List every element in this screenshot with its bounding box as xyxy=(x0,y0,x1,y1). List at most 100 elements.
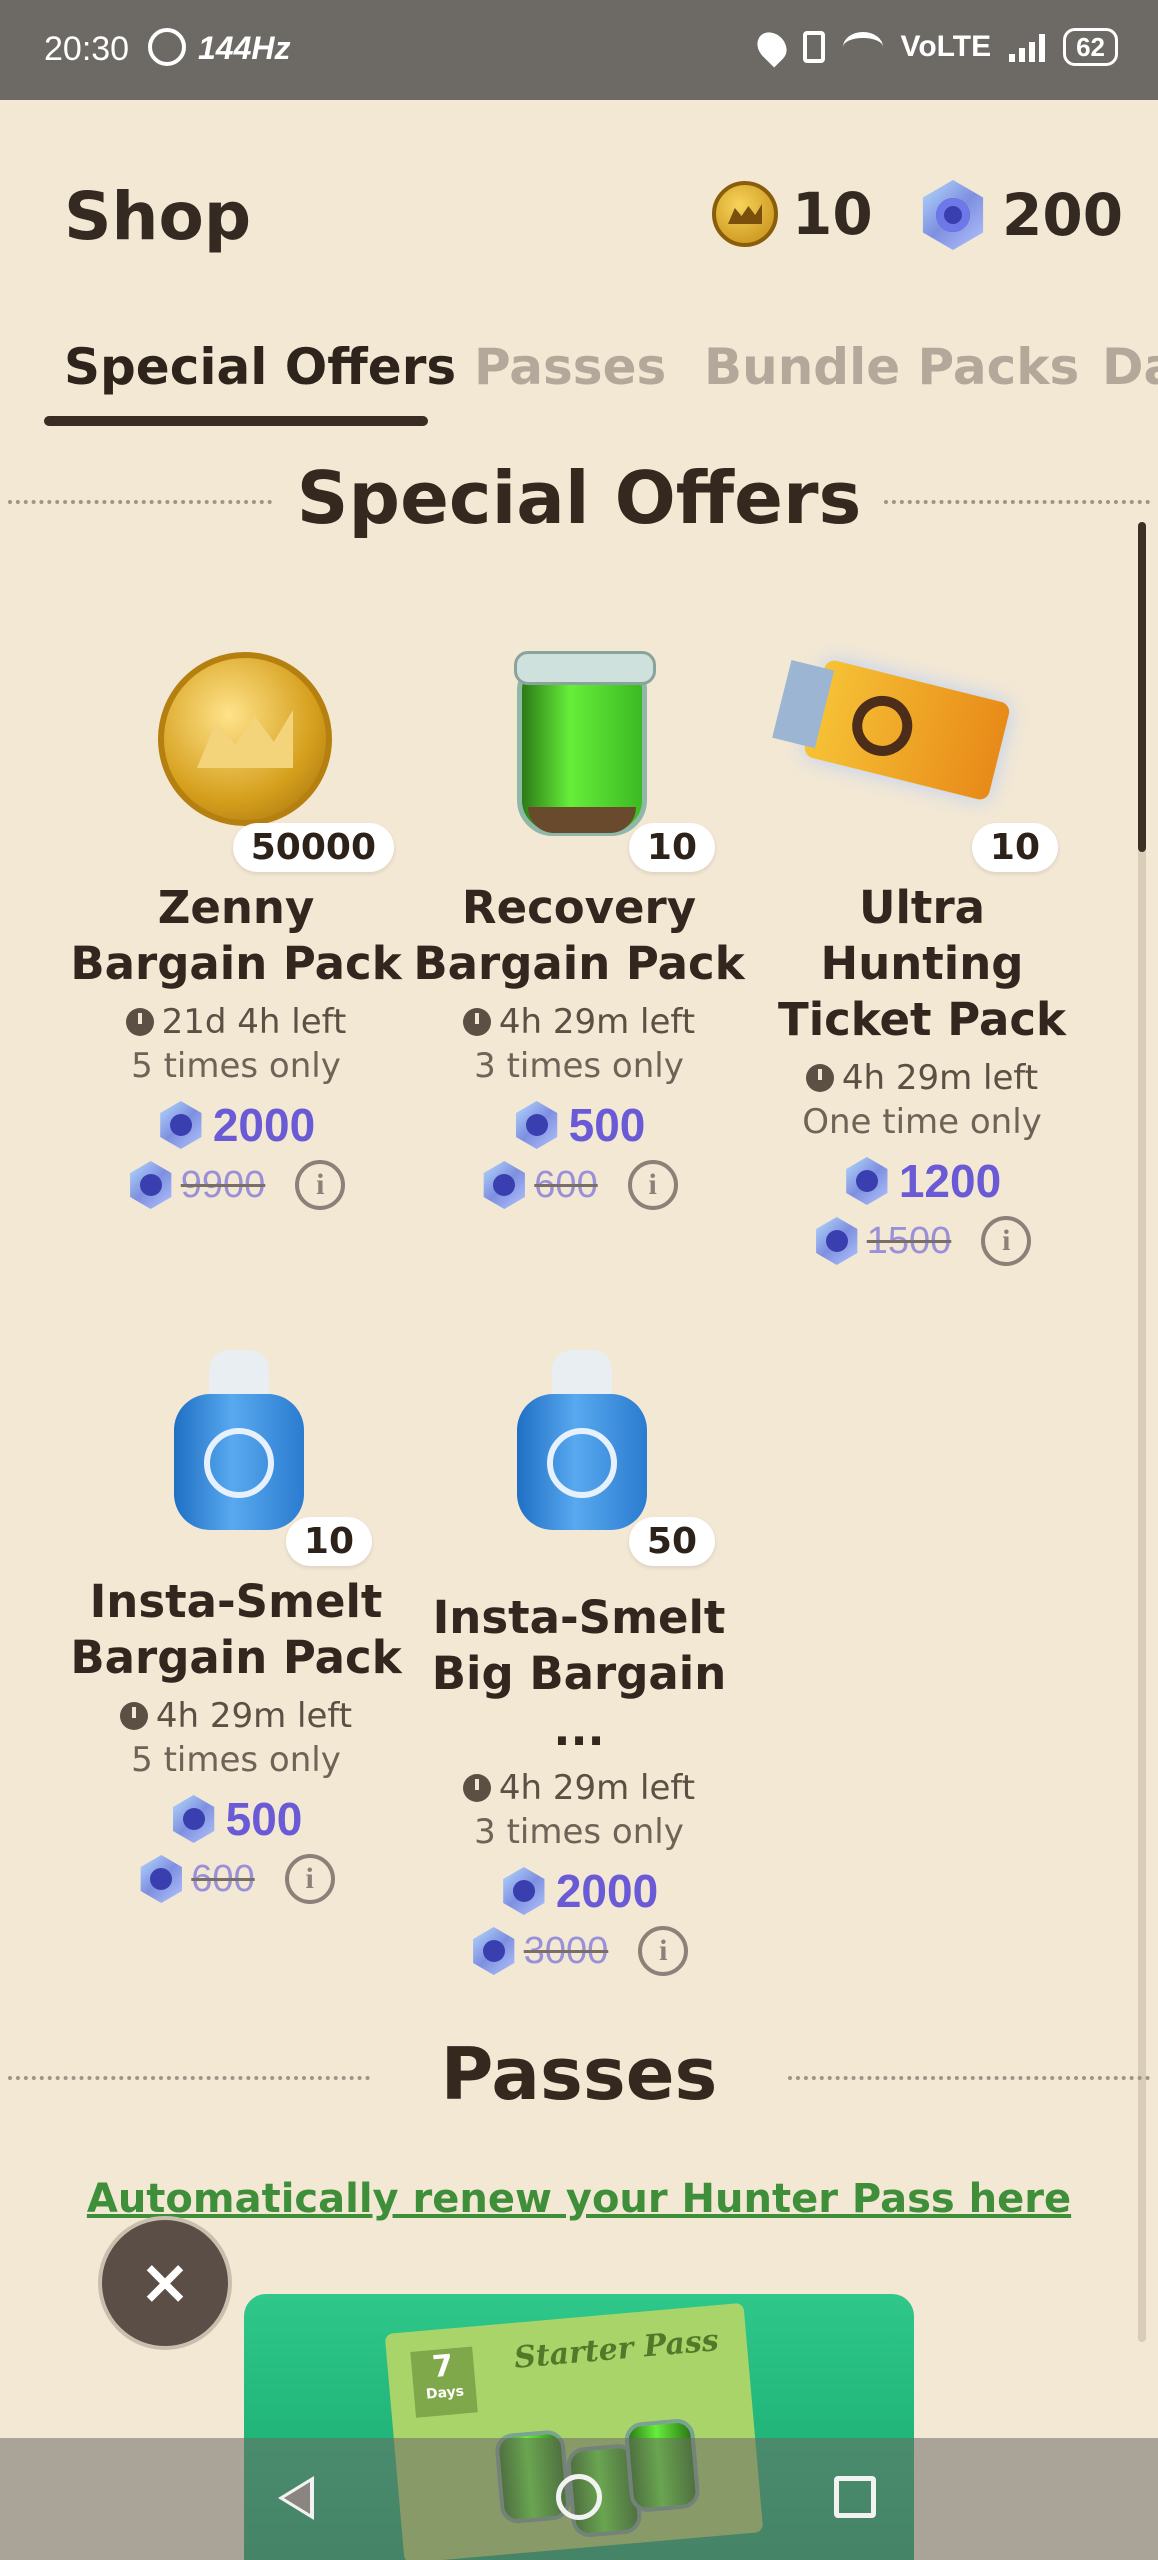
offer-old-row: 1500 i xyxy=(752,1216,1092,1266)
offer-price[interactable]: 2000 xyxy=(409,1864,749,1918)
time-left-text: 4h 29m left xyxy=(498,1002,696,1042)
offer-limit: 5 times only xyxy=(131,1046,341,1086)
clock-icon xyxy=(462,1008,491,1036)
offer-name-line1: Ultra Hunting xyxy=(820,881,1024,990)
offer-old-price: 1500 xyxy=(813,1217,952,1265)
gem-icon xyxy=(515,1101,558,1149)
offer-name-line2: Ticket Pack xyxy=(778,993,1066,1046)
offer-card-recovery[interactable]: 10 Recovery Bargain Pack 4h 29m left 3 t… xyxy=(409,640,749,1210)
aperture-icon xyxy=(148,28,186,66)
status-time: 20:30 xyxy=(44,30,130,68)
hunting-ticket-icon xyxy=(802,658,1012,802)
recovery-jar-icon xyxy=(514,651,656,836)
tab-bar: Special Offers Passes Bundle Packs Da xyxy=(0,338,1158,428)
home-icon[interactable] xyxy=(556,2474,602,2520)
clock-icon xyxy=(462,1774,491,1802)
price-value: 2000 xyxy=(212,1099,316,1151)
offer-quantity: 50000 xyxy=(232,823,394,872)
gem-balance: 200 xyxy=(918,180,1123,250)
info-icon[interactable]: i xyxy=(638,1926,689,1976)
wifi-icon xyxy=(842,32,883,62)
time-left-text: 4h 29m left xyxy=(498,1768,696,1808)
old-price-value: 600 xyxy=(191,1857,255,1900)
tab-passes[interactable]: Passes xyxy=(474,338,666,396)
gem-icon xyxy=(503,1867,545,1915)
price-value: 500 xyxy=(225,1793,303,1845)
gem-count: 200 xyxy=(1002,181,1124,249)
offer-limit: 5 times only xyxy=(131,1740,341,1780)
offer-old-row: 600 i xyxy=(409,1160,749,1210)
signal-icon xyxy=(1009,32,1046,62)
offer-art: 50000 xyxy=(66,640,406,872)
offer-art: 50 xyxy=(409,1334,749,1566)
offer-quantity: 10 xyxy=(971,823,1058,872)
offer-art: 10 xyxy=(752,640,1092,872)
offer-price[interactable]: 1200 xyxy=(752,1154,1092,1208)
offer-name: Insta-Smelt Bargain Pack xyxy=(66,1574,406,1686)
offer-card-insta-smelt[interactable]: 10 Insta-Smelt Bargain Pack 4h 29m left … xyxy=(66,1334,406,1904)
offer-name: Ultra Hunting Ticket Pack xyxy=(752,880,1092,1048)
insta-smelt-bottle-icon xyxy=(517,1350,647,1530)
tab-special-offers[interactable]: Special Offers xyxy=(64,338,456,396)
info-icon[interactable]: i xyxy=(627,1160,678,1210)
offer-old-price: 3000 xyxy=(470,1927,609,1975)
offer-limit: 3 times only xyxy=(474,1046,684,1086)
offer-art: 10 xyxy=(409,640,749,872)
offer-quantity: 50 xyxy=(628,1517,715,1566)
old-price-value: 1500 xyxy=(866,1219,952,1262)
offer-old-price: 600 xyxy=(137,1855,255,1903)
zenny-coin-icon xyxy=(712,181,778,247)
gem-icon xyxy=(846,1157,888,1205)
pass-days-label: Days xyxy=(425,2383,465,2403)
status-bar: 20:30 144Hz VoLTE 62 xyxy=(0,0,1158,100)
info-icon[interactable]: i xyxy=(981,1216,1032,1266)
pass-days-number: 7 xyxy=(430,2348,455,2386)
offer-name-line2: Bargain Pack xyxy=(413,937,745,990)
gem-icon xyxy=(140,1855,182,1903)
offer-old-row: 9900 i xyxy=(66,1160,406,1210)
gem-icon xyxy=(160,1101,202,1149)
info-icon[interactable]: i xyxy=(284,1854,335,1904)
active-tab-indicator xyxy=(44,416,428,426)
offer-name-line1: Recovery xyxy=(461,881,697,934)
info-icon[interactable]: i xyxy=(295,1160,346,1210)
section-title-passes: Passes xyxy=(440,2032,718,2116)
old-price-value: 3000 xyxy=(523,1929,609,1972)
zenny-balance: 10 xyxy=(712,180,873,248)
offer-quantity: 10 xyxy=(285,1517,372,1566)
offer-art: 10 xyxy=(66,1334,406,1566)
price-value: 2000 xyxy=(555,1865,659,1917)
zenny-count: 10 xyxy=(792,180,873,248)
renew-hunter-pass-link[interactable]: Automatically renew your Hunter Pass her… xyxy=(0,2176,1158,2222)
offer-time-left: 4h 29m left xyxy=(66,1696,406,1736)
tab-bundle-packs[interactable]: Bundle Packs xyxy=(704,338,1079,396)
offer-card-zenny[interactable]: 50000 Zenny Bargain Pack 21d 4h left 5 t… xyxy=(66,640,406,1210)
offer-time-left: 4h 29m left xyxy=(409,1768,749,1808)
zenny-coin-icon xyxy=(158,652,332,826)
location-icon xyxy=(751,26,793,68)
offer-old-price: 600 xyxy=(480,1161,598,1209)
pass-title: Starter Pass xyxy=(512,2323,721,2376)
network-type: VoLTE xyxy=(900,30,992,63)
offer-card-insta-smelt-big[interactable]: 50 Insta-Smelt Big Bargain ... 4h 29m le… xyxy=(409,1334,749,1976)
offer-name-line1: Insta-Smelt xyxy=(432,1591,726,1644)
offer-price[interactable]: 500 xyxy=(66,1792,406,1846)
back-icon[interactable] xyxy=(278,2476,314,2520)
gem-icon xyxy=(483,1161,525,1209)
scrollbar-thumb[interactable] xyxy=(1138,522,1146,852)
pass-days-badge: 7 Days xyxy=(410,2346,478,2418)
offer-name: Insta-Smelt Big Bargain ... xyxy=(409,1590,749,1758)
offer-price[interactable]: 2000 xyxy=(66,1098,406,1152)
refresh-rate: 144Hz xyxy=(198,30,291,66)
recents-icon[interactable] xyxy=(834,2476,876,2518)
offer-old-price: 9900 xyxy=(127,1161,265,1209)
offer-card-hunting-ticket[interactable]: 10 Ultra Hunting Ticket Pack 4h 29m left… xyxy=(752,640,1092,1266)
tab-partial[interactable]: Da xyxy=(1102,338,1158,396)
close-button[interactable]: × xyxy=(98,2216,232,2350)
offer-time-left: 4h 29m left xyxy=(752,1058,1092,1098)
offer-name-line1: Zenny xyxy=(157,881,315,934)
offer-old-row: 600 i xyxy=(66,1854,406,1904)
offer-price[interactable]: 500 xyxy=(409,1098,749,1152)
offer-name-line1: Insta-Smelt xyxy=(89,1575,383,1628)
offer-name: Zenny Bargain Pack xyxy=(66,880,406,992)
